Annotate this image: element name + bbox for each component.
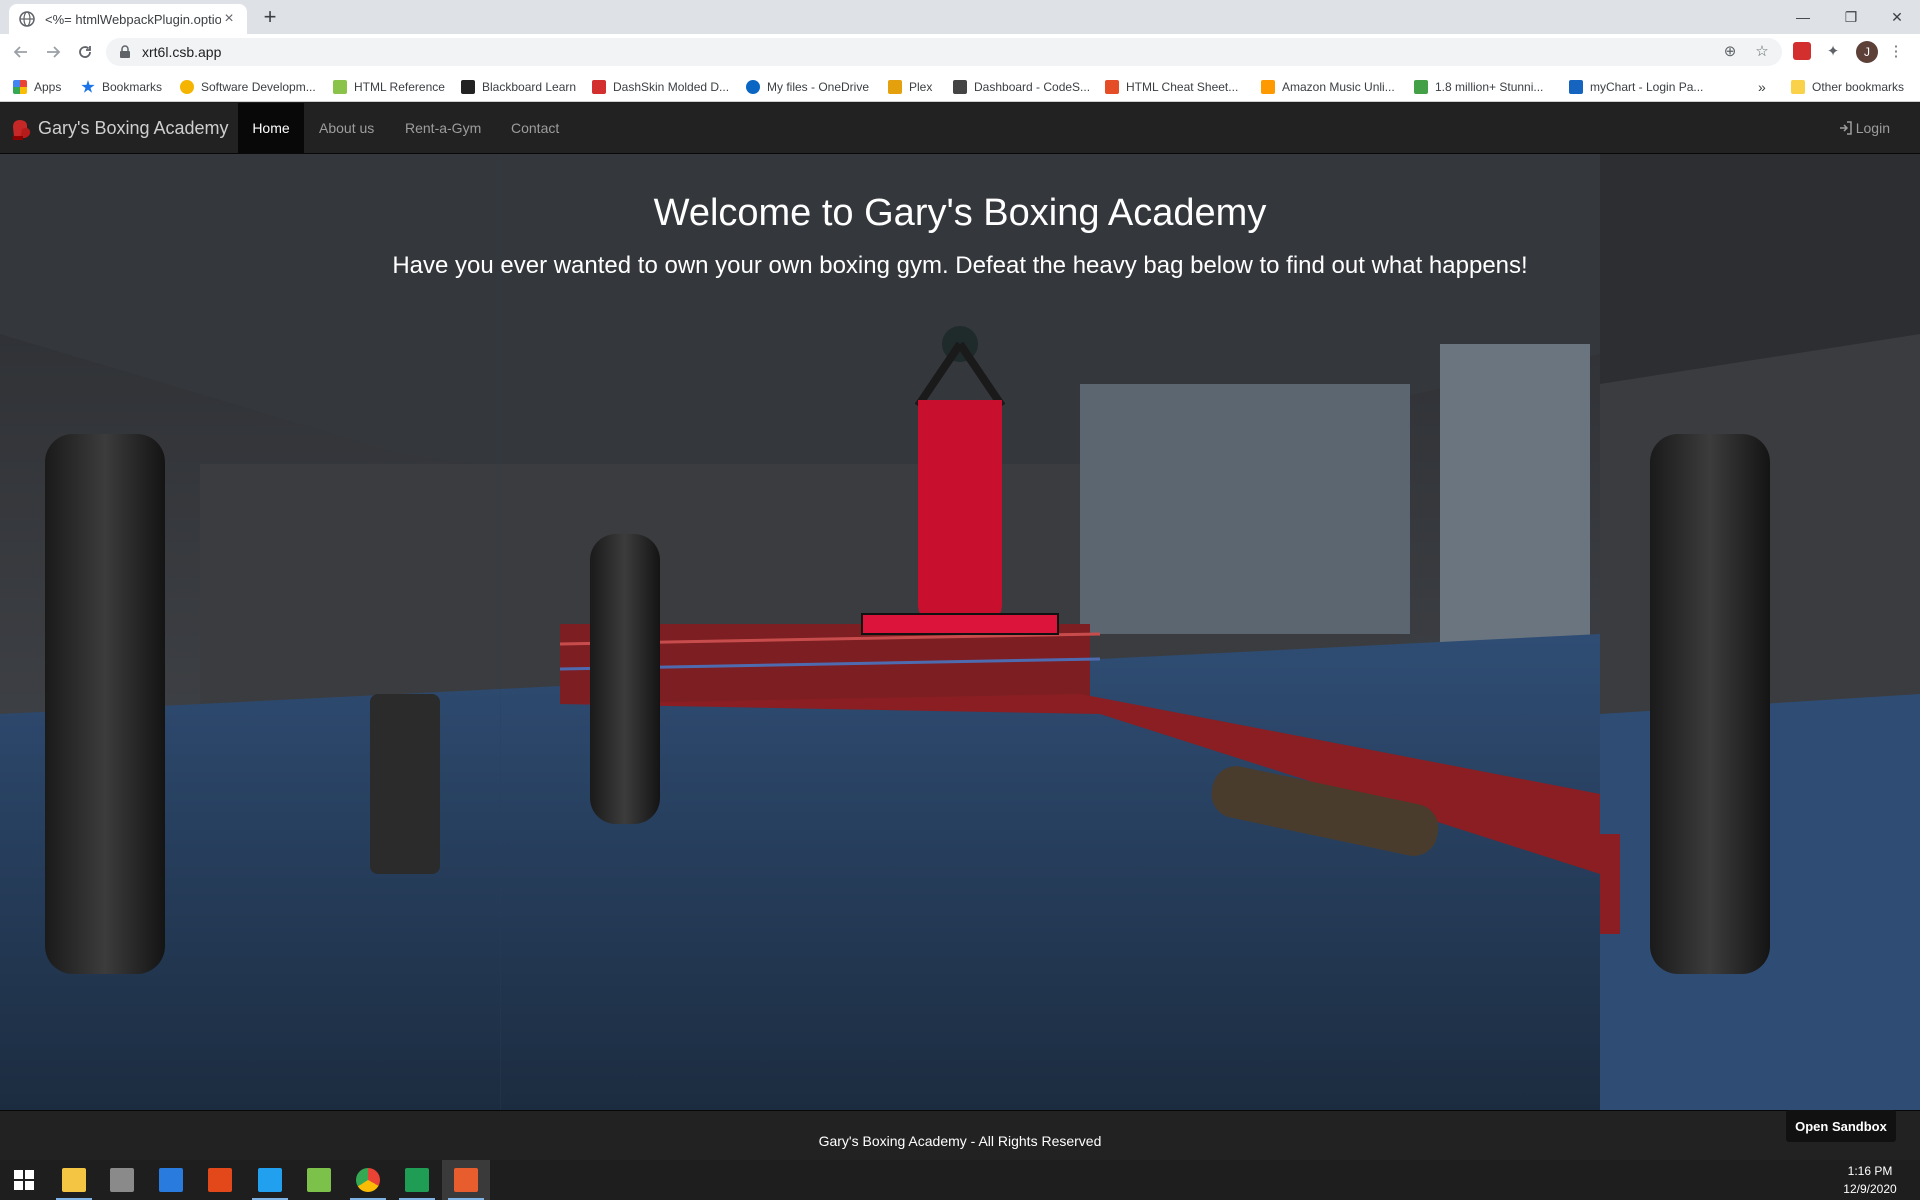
bookmark-mychart[interactable]: myChart - Login Pa... (1569, 78, 1703, 96)
cloud-icon (746, 80, 760, 94)
brand-name: Gary's Boxing Academy (38, 117, 229, 138)
menu-kebab-icon[interactable]: ⋮ (1886, 41, 1906, 61)
taskbar-mail[interactable] (147, 1160, 195, 1200)
bookmark-html-cheat-sheet[interactable]: HTML Cheat Sheet... (1105, 78, 1238, 96)
address-bar[interactable]: xrt6l.csb.app (106, 38, 1782, 66)
nav-home[interactable]: Home (238, 103, 304, 153)
browser-tab[interactable]: <%= htmlWebpackPlugin.options.title %> × (9, 4, 247, 34)
tab-title: <%= htmlWebpackPlugin.options.title %> (45, 11, 221, 27)
calculator-icon (110, 1168, 134, 1192)
bookmark-onedrive[interactable]: My files - OneDrive (746, 78, 869, 96)
bookmarks-bar: Apps Bookmarks Software Developm... HTML… (0, 70, 1920, 102)
bookmark-amazon-music[interactable]: Amazon Music Unli... (1261, 78, 1395, 96)
pixabay-icon (1414, 80, 1428, 94)
new-tab-button[interactable]: + (258, 6, 282, 30)
star-icon (81, 80, 95, 93)
office-icon (208, 1168, 232, 1192)
blackboard-icon (461, 80, 475, 94)
install-app-icon[interactable]: ⊕ (1720, 41, 1740, 61)
hero-subtitle: Have you ever wanted to own your own box… (392, 252, 1528, 279)
file-explorer-icon (62, 1168, 86, 1192)
taskbar-chrome[interactable] (344, 1160, 392, 1200)
plex-icon (888, 80, 902, 94)
profile-avatar[interactable]: J (1856, 41, 1878, 63)
bookmark-stunning-images[interactable]: 1.8 million+ Stunni... (1414, 78, 1543, 96)
bag-health-bar (861, 613, 1059, 635)
close-tab-icon[interactable]: × (221, 11, 237, 27)
mychart-icon (1569, 80, 1583, 94)
mail-icon (159, 1168, 183, 1192)
taskbar-snipping-tool[interactable] (442, 1160, 490, 1200)
apps-grid-icon (13, 80, 27, 94)
taskbar-excel[interactable] (393, 1160, 441, 1200)
dashskin-icon (592, 80, 606, 94)
nav-contact[interactable]: Contact (511, 103, 559, 153)
chrome-icon (356, 1168, 380, 1192)
lock-icon (120, 45, 130, 58)
brand-link[interactable]: Gary's Boxing Academy (8, 103, 229, 153)
reload-icon[interactable] (71, 38, 99, 66)
windows-taskbar: 1:16 PM 12/9/2020 (0, 1160, 1920, 1200)
clock-date: 12/9/2020 (1843, 1182, 1897, 1196)
more-bookmarks-chevron-icon[interactable]: » (1758, 78, 1766, 96)
extension-red-icon[interactable] (1793, 42, 1811, 60)
taskbar-vscode[interactable] (246, 1160, 294, 1200)
taskbar-file-explorer[interactable] (50, 1160, 98, 1200)
hero-section: Welcome to Gary's Boxing Academy Have yo… (0, 154, 1920, 1110)
html-reference-icon (333, 80, 347, 94)
bookmark-bookmarks[interactable]: Bookmarks (81, 78, 162, 96)
globe-icon (19, 11, 35, 27)
excel-icon (405, 1168, 429, 1192)
extensions-puzzle-icon[interactable]: ✦ (1823, 41, 1843, 61)
nav-rent-a-gym[interactable]: Rent-a-Gym (405, 103, 481, 153)
restore-window-icon[interactable]: ❐ (1828, 0, 1874, 34)
notepad-icon (307, 1168, 331, 1192)
taskbar-office[interactable] (196, 1160, 244, 1200)
codesandbox-icon (953, 80, 967, 94)
bookmark-blackboard-learn[interactable]: Blackboard Learn (461, 78, 576, 96)
folder-icon (1791, 80, 1805, 94)
other-bookmarks-folder[interactable]: Other bookmarks (1791, 78, 1904, 96)
html5-icon (1105, 80, 1119, 94)
taskbar-notepad[interactable] (295, 1160, 343, 1200)
clock-time: 1:16 PM (1847, 1164, 1893, 1178)
bookmark-software-development[interactable]: Software Developm... (180, 78, 316, 96)
login-link[interactable]: Login (1839, 103, 1890, 153)
windows-logo-icon (14, 1170, 34, 1190)
footer-copyright: Gary's Boxing Academy - All Rights Reser… (818, 1133, 1102, 1149)
bookmark-plex[interactable]: Plex (888, 78, 932, 96)
login-icon (1839, 121, 1852, 135)
url-text: xrt6l.csb.app (142, 44, 222, 60)
bookmark-codesandbox[interactable]: Dashboard - CodeS... (953, 78, 1090, 96)
forward-icon[interactable] (39, 38, 67, 66)
system-clock[interactable]: 1:16 PM 12/9/2020 (1830, 1162, 1910, 1198)
bookmark-dashskin[interactable]: DashSkin Molded D... (592, 78, 729, 96)
bookmark-html-reference[interactable]: HTML Reference (333, 78, 445, 96)
snipping-tool-icon (454, 1168, 478, 1192)
site-footer: Gary's Boxing Academy - All Rights Reser… (0, 1110, 1920, 1160)
amazon-icon (1261, 80, 1275, 94)
vscode-icon (258, 1168, 282, 1192)
gym-background-image-repeat (1600, 154, 1920, 1110)
back-icon[interactable] (7, 38, 35, 66)
open-sandbox-button[interactable]: Open Sandbox (1786, 1110, 1896, 1142)
browser-tab-strip: <%= htmlWebpackPlugin.options.title %> ×… (0, 0, 1920, 34)
bookmark-star-icon[interactable]: ☆ (1752, 41, 1772, 61)
hero-title: Welcome to Gary's Boxing Academy (653, 192, 1267, 234)
minimize-window-icon[interactable]: — (1780, 0, 1826, 34)
site-navbar: Gary's Boxing Academy Home About us Rent… (0, 103, 1920, 154)
start-button[interactable] (0, 1160, 48, 1200)
close-window-icon[interactable]: ✕ (1874, 0, 1920, 34)
browser-toolbar: xrt6l.csb.app ⊕ ☆ ✦ J ⋮ (0, 34, 1920, 70)
heavy-bag[interactable] (904, 304, 1016, 754)
nav-about-us[interactable]: About us (319, 103, 374, 153)
bookmark-apps[interactable]: Apps (13, 78, 61, 96)
taskbar-calculator[interactable] (98, 1160, 146, 1200)
boxing-glove-icon (13, 120, 31, 140)
gym-background-image (0, 154, 1600, 1110)
gear-icon (180, 80, 194, 94)
